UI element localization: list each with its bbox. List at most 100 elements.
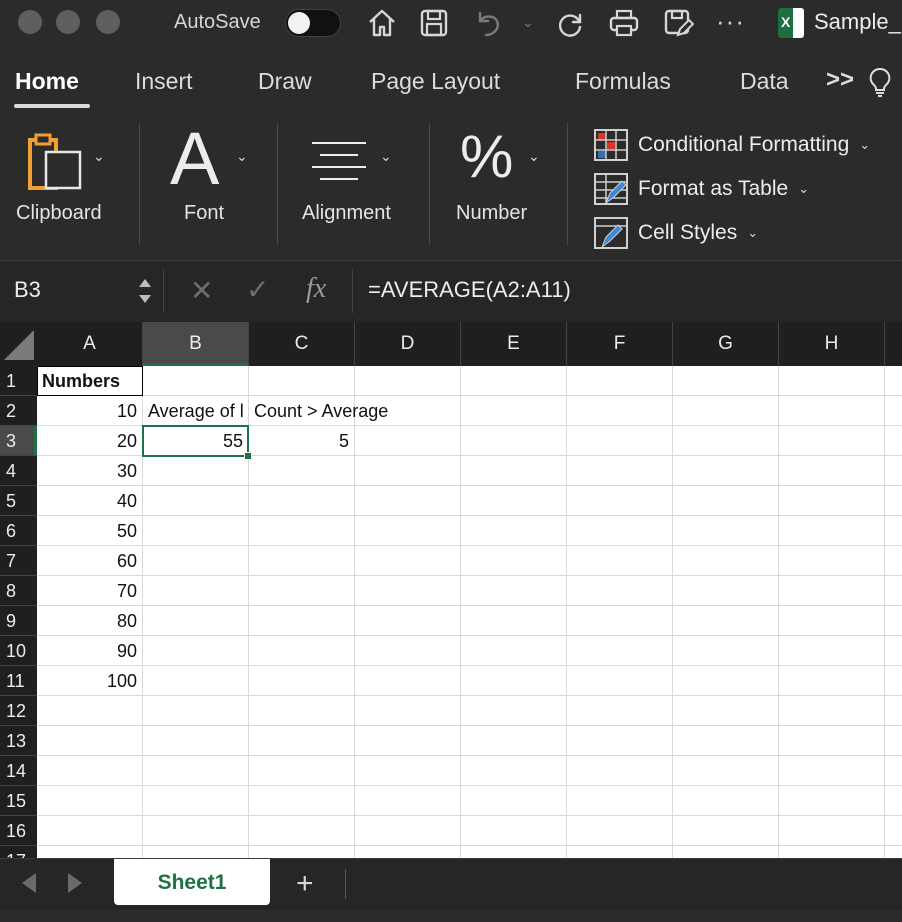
column-header-e[interactable]: E: [461, 322, 567, 366]
row-header-1[interactable]: 1: [0, 366, 37, 396]
spreadsheet-grid[interactable]: ABCDEFGH1234567891011121314151617Numbers…: [0, 322, 902, 858]
column-header-g[interactable]: G: [673, 322, 779, 366]
undo-icon[interactable]: [472, 7, 504, 39]
row-header-15[interactable]: 15: [0, 786, 37, 816]
row-header-2[interactable]: 2: [0, 396, 37, 426]
row-header-14[interactable]: 14: [0, 756, 37, 786]
conditional-formatting-label: Conditional Formatting: [638, 133, 850, 156]
cell-styles-button[interactable]: Cell Styles ⌄: [594, 216, 758, 250]
title-bar: AutoSave ⌄ ··· X Sample_: [0, 0, 902, 46]
cell-a6[interactable]: 50: [37, 516, 143, 546]
more-icon[interactable]: ···: [716, 6, 745, 37]
cell-a7[interactable]: 60: [37, 546, 143, 576]
row-header-5[interactable]: 5: [0, 486, 37, 516]
column-header-c[interactable]: C: [249, 322, 355, 366]
cell-a2[interactable]: 10: [37, 396, 143, 426]
alignment-label: Alignment: [302, 202, 391, 224]
tab-draw[interactable]: Draw: [258, 68, 312, 95]
tab-insert[interactable]: Insert: [135, 68, 193, 95]
conditional-formatting-icon: [594, 129, 628, 161]
number-group[interactable]: % ⌄ Number: [430, 118, 566, 260]
font-group[interactable]: A ⌄ Font: [140, 117, 276, 260]
fill-handle[interactable]: [244, 452, 252, 460]
insert-function-icon[interactable]: fx: [306, 273, 326, 305]
redo-icon[interactable]: [554, 7, 586, 39]
column-header-a[interactable]: A: [37, 322, 143, 366]
next-sheet-icon[interactable]: [68, 873, 82, 893]
tab-data[interactable]: Data: [740, 68, 789, 95]
chevron-down-icon: ⌄: [859, 137, 871, 152]
name-box-stepper-icon[interactable]: [136, 273, 154, 309]
format-as-table-button[interactable]: Format as Table ⌄: [594, 172, 809, 206]
home-icon[interactable]: [366, 7, 398, 39]
zoom-window-button[interactable]: [96, 10, 120, 34]
close-window-button[interactable]: [18, 10, 42, 34]
row-header-12[interactable]: 12: [0, 696, 37, 726]
tab-formulas[interactable]: Formulas: [575, 68, 671, 95]
clipboard-icon: [28, 133, 82, 190]
grid-line: [37, 605, 902, 606]
cell-b2[interactable]: Average of l: [143, 396, 249, 426]
excel-window: AutoSave ⌄ ··· X Sample_ Home Insert Dra…: [0, 0, 902, 922]
sheet-tab-sheet1[interactable]: Sheet1: [114, 859, 270, 905]
cell-styles-icon: [594, 217, 628, 249]
cell-a3[interactable]: 20: [37, 426, 143, 456]
percent-icon: %: [460, 123, 514, 190]
column-header-h[interactable]: H: [779, 322, 885, 366]
row-header-6[interactable]: 6: [0, 516, 37, 546]
grid-line: [37, 635, 902, 636]
print-icon[interactable]: [608, 7, 640, 39]
alignment-icon: [312, 142, 366, 180]
autosave-toggle[interactable]: [285, 9, 341, 37]
cell-c2[interactable]: Count > Average: [249, 396, 388, 426]
chevron-down-icon: ⌄: [747, 225, 759, 240]
cell-c3[interactable]: 5: [249, 426, 355, 456]
column-header-f[interactable]: F: [567, 322, 673, 366]
formula-bar-divider: [352, 269, 353, 313]
lightbulb-icon[interactable]: [868, 66, 892, 98]
select-all-button[interactable]: [0, 322, 37, 366]
formula-bar: B3 ✕ ✓ fx =AVERAGE(A2:A11): [0, 260, 902, 322]
cell-a1-border: [37, 366, 143, 396]
formula-input[interactable]: =AVERAGE(A2:A11): [368, 277, 571, 303]
row-header-11[interactable]: 11: [0, 666, 37, 696]
row-header-13[interactable]: 13: [0, 726, 37, 756]
add-sheet-button[interactable]: +: [296, 867, 314, 901]
name-box[interactable]: B3: [0, 261, 162, 321]
select-all-icon: [4, 330, 34, 360]
grid-line: [37, 725, 902, 726]
cell-a10[interactable]: 90: [37, 636, 143, 666]
tab-page-layout[interactable]: Page Layout: [371, 68, 500, 95]
cell-a9[interactable]: 80: [37, 606, 143, 636]
cell-a11[interactable]: 100: [37, 666, 143, 696]
sheet-bar-divider: [345, 869, 346, 899]
row-header-4[interactable]: 4: [0, 456, 37, 486]
row-header-7[interactable]: 7: [0, 546, 37, 576]
previous-sheet-icon[interactable]: [22, 873, 36, 893]
save-as-icon[interactable]: [662, 7, 695, 39]
alignment-group[interactable]: ⌄ Alignment: [278, 118, 428, 260]
row-header-17[interactable]: 17: [0, 846, 37, 858]
column-header-d[interactable]: D: [355, 322, 461, 366]
row-header-8[interactable]: 8: [0, 576, 37, 606]
more-tabs-button[interactable]: >>: [826, 66, 854, 94]
row-header-10[interactable]: 10: [0, 636, 37, 666]
cancel-edit-icon[interactable]: ✕: [190, 274, 213, 307]
save-icon[interactable]: [418, 7, 450, 39]
number-label: Number: [456, 202, 528, 224]
cell-a4[interactable]: 30: [37, 456, 143, 486]
conditional-formatting-button[interactable]: Conditional Formatting ⌄: [594, 128, 870, 162]
column-header-b[interactable]: B: [143, 322, 249, 366]
undo-chevron-down-icon[interactable]: ⌄: [522, 14, 534, 31]
confirm-edit-icon[interactable]: ✓: [246, 273, 269, 306]
row-header-9[interactable]: 9: [0, 606, 37, 636]
row-header-16[interactable]: 16: [0, 816, 37, 846]
selected-cell-outline: [142, 425, 249, 457]
cell-a5[interactable]: 40: [37, 486, 143, 516]
tab-home[interactable]: Home: [15, 68, 79, 95]
clipboard-group[interactable]: ⌄ Clipboard: [0, 118, 138, 260]
cell-a8[interactable]: 70: [37, 576, 143, 606]
font-label: Font: [184, 202, 225, 224]
minimize-window-button[interactable]: [56, 10, 80, 34]
row-header-3[interactable]: 3: [0, 426, 37, 456]
